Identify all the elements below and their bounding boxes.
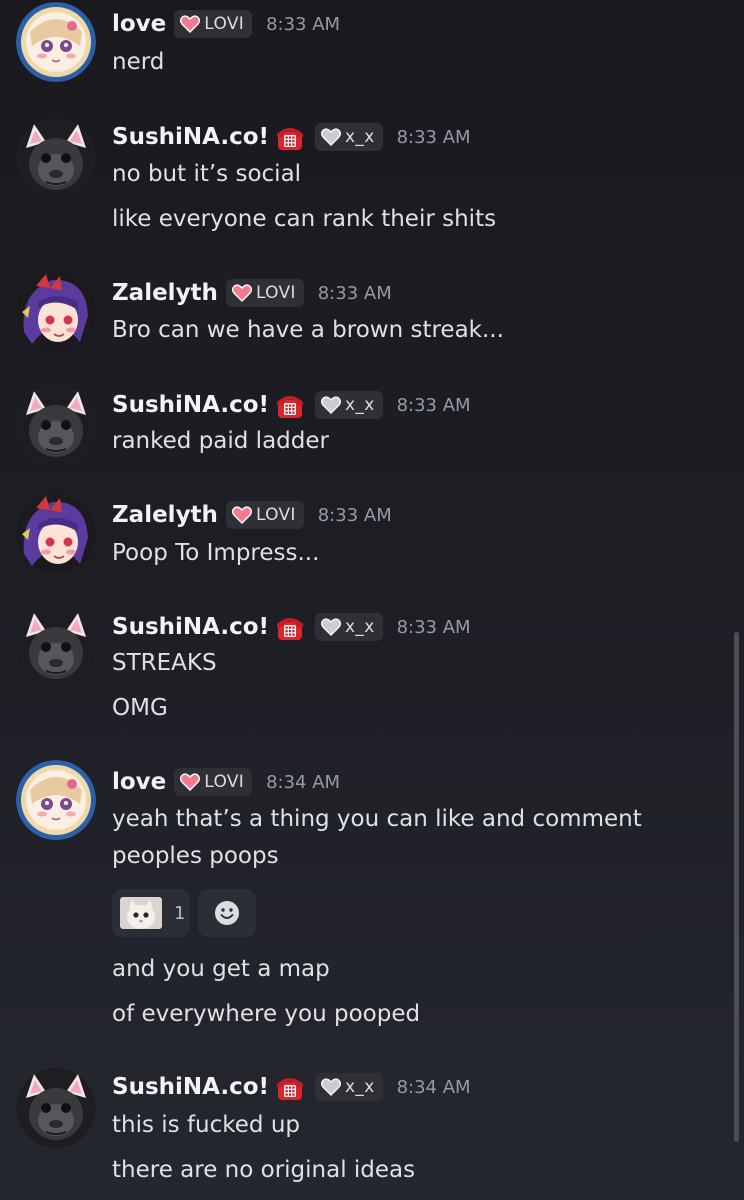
heart-icon [232,506,252,524]
server-tag[interactable]: LOVI [225,279,304,307]
message-header: Zalelyth LOVI 8:33 AM [112,495,392,535]
reaction-cat[interactable]: 1 [112,889,190,937]
username[interactable]: love [112,769,166,795]
love-avatar[interactable] [16,2,96,82]
message-text: ranked paid ladder [112,428,329,454]
cat-emoji-icon [120,897,162,929]
message-header: SushiNA.co! x_x 8:33 AM [112,607,471,647]
username[interactable]: Zalelyth [112,280,218,306]
reaction-count: 1 [174,902,186,924]
monkey-avatar[interactable] [16,1068,96,1148]
heart-icon [321,128,341,146]
server-tag[interactable]: x_x [315,1073,383,1101]
timestamp: 8:33 AM [266,13,341,35]
timestamp: 8:33 AM [317,504,392,526]
server-tag[interactable]: LOVI [174,768,253,796]
tag-label: LOVI [204,14,245,34]
message-text: OMG [112,695,168,721]
add-reaction-button[interactable] [198,889,256,937]
timestamp: 8:33 AM [396,126,471,148]
message-text: nerd [112,49,165,75]
tag-label: LOVI [255,505,296,525]
scrollbar[interactable] [734,632,739,1142]
message-text: Bro can we have a brown streak... [112,317,504,343]
message-header: Zalelyth LOVI 8:33 AM [112,273,392,313]
username[interactable]: SushiNA.co! [112,392,269,418]
message-header: SushiNA.co! x_x 8:33 AM [112,117,471,157]
message-text: and you get a map [112,956,330,982]
server-tag[interactable]: x_x [315,391,383,419]
timestamp: 8:33 AM [396,616,471,638]
username[interactable]: love [112,11,166,37]
telephone-icon [275,1072,305,1102]
tag-label: LOVI [255,283,296,303]
telephone-icon [275,390,305,420]
message-text: STREAKS [112,650,217,676]
tag-label: x_x [345,127,375,147]
message-text: like everyone can rank their shits [112,206,497,232]
timestamp: 8:33 AM [396,394,471,416]
anime-avatar[interactable] [16,272,96,352]
server-tag[interactable]: LOVI [225,501,304,529]
server-tag[interactable]: x_x [315,613,383,641]
tag-label: x_x [345,617,375,637]
telephone-icon [275,122,305,152]
heart-icon [321,1078,341,1096]
message-header: love LOVI 8:33 AM [112,4,340,44]
message-text: no but it’s social [112,161,302,187]
username[interactable]: SushiNA.co! [112,614,269,640]
message-header: SushiNA.co! x_x 8:34 AM [112,1067,471,1107]
love-avatar[interactable] [16,760,96,840]
message-header: love LOVI 8:34 AM [112,762,340,802]
username[interactable]: SushiNA.co! [112,1074,269,1100]
tag-label: LOVI [204,772,245,792]
heart-icon [232,284,252,302]
heart-icon [180,773,200,791]
server-tag[interactable]: x_x [315,123,383,151]
anime-avatar[interactable] [16,494,96,574]
message-text: peoples poops [112,843,279,869]
message-header: SushiNA.co! x_x 8:33 AM [112,385,471,425]
monkey-avatar[interactable] [16,118,96,198]
username[interactable]: SushiNA.co! [112,124,269,150]
tag-label: x_x [345,1077,375,1097]
username[interactable]: Zalelyth [112,502,218,528]
heart-icon [180,15,200,33]
monkey-avatar[interactable] [16,385,96,465]
timestamp: 8:33 AM [317,282,392,304]
message-text: of everywhere you pooped [112,1001,421,1027]
monkey-avatar[interactable] [16,607,96,687]
message-text: this is fucked up [112,1112,301,1138]
message-text: yeah that’s a thing you can like and com… [112,806,642,832]
timestamp: 8:34 AM [266,771,341,793]
telephone-icon [275,612,305,642]
message-text: there are no original ideas [112,1157,416,1183]
heart-icon [321,618,341,636]
message-text: Poop To Impress... [112,540,320,566]
timestamp: 8:34 AM [396,1076,471,1098]
heart-icon [321,396,341,414]
smile-icon [212,898,242,928]
tag-label: x_x [345,395,375,415]
server-tag[interactable]: LOVI [174,10,253,38]
